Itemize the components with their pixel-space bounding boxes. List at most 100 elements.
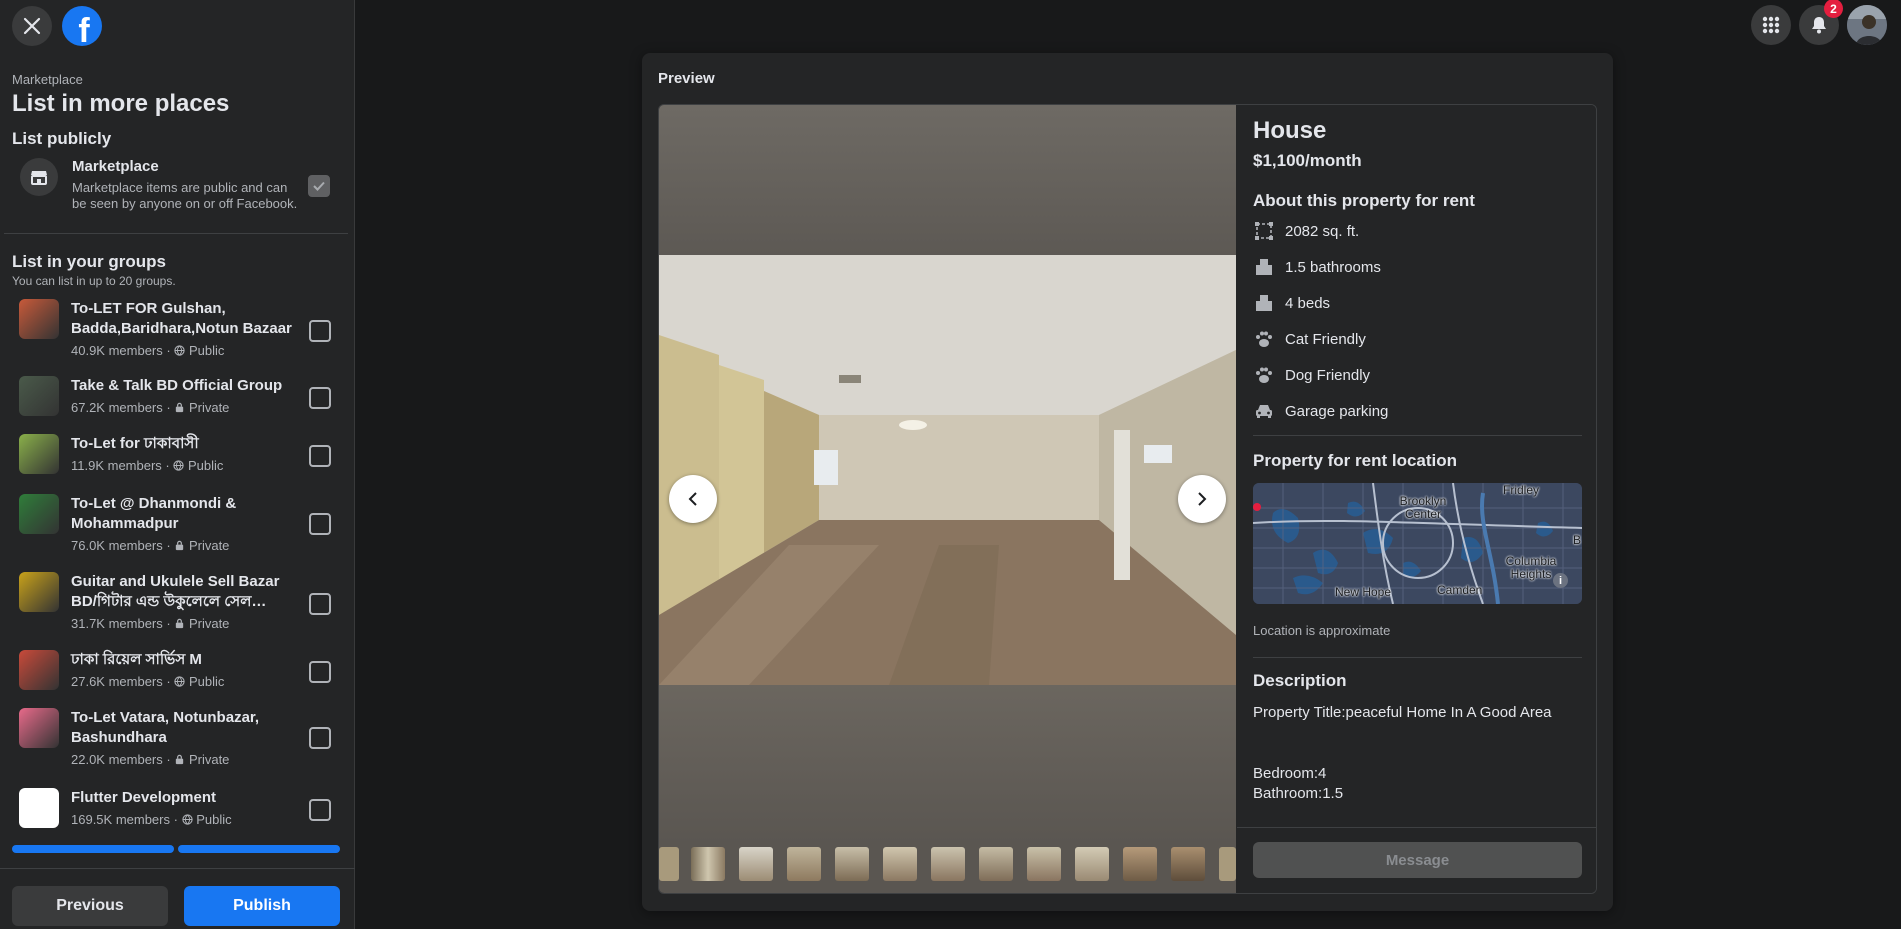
group-members: 31.7K members (71, 616, 163, 631)
group-thumbnail[interactable] (19, 494, 59, 534)
group-row[interactable]: To-Let @ Dhanmondi & Mohammadpur 76.0K me… (19, 494, 339, 558)
group-members: 40.9K members (71, 343, 163, 358)
group-checkbox[interactable] (309, 513, 331, 535)
separator-dot: · (162, 343, 175, 358)
scrollbar-segment[interactable] (12, 845, 174, 853)
group-checkbox[interactable] (309, 445, 331, 467)
group-thumbnail[interactable] (19, 650, 59, 690)
previous-image-button[interactable] (669, 475, 717, 523)
group-privacy: Private (188, 400, 230, 415)
group-name: Flutter Development (71, 789, 217, 806)
group-name: To-Let @ Dhanmondi & Mohammadpur (71, 495, 237, 532)
thumbnail[interactable] (979, 847, 1013, 881)
separator-dot: · (162, 538, 175, 553)
group-privacy: Public (187, 458, 224, 473)
group-meta: 31.7K members · Private (71, 616, 229, 631)
group-checkbox[interactable] (309, 661, 331, 683)
details-divider (1253, 435, 1582, 436)
attribute-dog-friendly: Dog Friendly (1253, 363, 1370, 387)
attribute-text: 4 beds (1285, 294, 1331, 312)
description-bathroom: Bathroom:1.5 (1253, 785, 1344, 802)
publish-button[interactable]: Publish (184, 886, 340, 926)
chevron-left-icon (688, 492, 697, 506)
image-blur-bottom (659, 685, 1236, 845)
thumbnail[interactable] (1027, 847, 1061, 881)
car-icon (1253, 400, 1275, 422)
thumbnail[interactable] (739, 847, 773, 881)
marketplace-option-title: Marketplace (72, 158, 159, 175)
group-thumbnail[interactable] (19, 788, 59, 828)
notifications-button[interactable]: 2 (1799, 0, 1843, 45)
thumbnail[interactable] (1123, 847, 1157, 881)
thumbnail[interactable] (1171, 847, 1205, 881)
thumbnail[interactable] (787, 847, 821, 881)
group-checkbox[interactable] (309, 387, 331, 409)
group-privacy: Private (188, 616, 230, 631)
globe-icon (174, 343, 189, 358)
preview-label: Preview (658, 70, 715, 87)
location-map[interactable]: Brooklyn Center Fridley Columbia Heights… (1253, 483, 1582, 604)
group-name: To-LET FOR Gulshan, Badda,Baridhara,Notu… (71, 300, 292, 337)
group-row[interactable]: To-LET FOR Gulshan, Badda,Baridhara,Notu… (19, 299, 339, 363)
thumbnail[interactable] (1219, 847, 1236, 881)
bed-icon (1253, 292, 1275, 314)
group-row[interactable]: Flutter Development 169.5K members · Publ… (19, 788, 339, 832)
group-row[interactable]: To-Let Vatara, Notunbazar, Bashundhara 22… (19, 708, 339, 772)
thumbnail[interactable] (659, 847, 679, 881)
thumbnail[interactable] (931, 847, 965, 881)
group-name: To-Let Vatara, Notunbazar, Bashundhara (71, 709, 260, 746)
groups-subtitle: You can list in up to 20 groups. (12, 274, 176, 288)
horizontal-scrollbar[interactable] (12, 845, 340, 853)
group-meta: 169.5K members · Public (71, 812, 232, 827)
listing-price: $1,100/month (1253, 151, 1362, 170)
marketplace-checkbox[interactable] (308, 175, 330, 197)
group-name: Guitar and Ukulele Sell Bazar BD/গিটার এ… (71, 573, 280, 610)
group-row[interactable]: Take & Talk BD Official Group 67.2K membe… (19, 376, 339, 420)
group-thumbnail[interactable] (19, 376, 59, 416)
group-privacy: Public (196, 812, 232, 827)
group-members: 67.2K members (71, 400, 163, 415)
marketplace-option[interactable]: Marketplace Marketplace items are public… (18, 156, 338, 216)
thumbnail[interactable] (835, 847, 869, 881)
thumbnail[interactable] (691, 847, 725, 881)
list-publicly-heading: List publicly (12, 129, 112, 148)
page-title: List in more places (12, 90, 230, 117)
globe-icon (181, 812, 197, 827)
profile-avatar[interactable] (1847, 5, 1887, 45)
thumbnail[interactable] (883, 847, 917, 881)
message-button[interactable]: Message (1253, 842, 1582, 878)
attribute-garage-parking: Garage parking (1253, 399, 1388, 423)
scrollbar-segment[interactable] (178, 845, 340, 853)
paw-icon (1253, 328, 1275, 350)
breadcrumb[interactable]: Marketplace (12, 72, 83, 87)
map-info-icon[interactable]: i (1553, 573, 1568, 588)
facebook-logo[interactable]: f (62, 6, 102, 46)
group-meta: 67.2K members · Private (71, 400, 229, 415)
group-thumbnail[interactable] (19, 299, 59, 339)
group-row[interactable]: ঢাকা রিয়েল সার্ভিস M 27.6K members · Pub… (19, 650, 339, 694)
menu-button[interactable] (1751, 5, 1791, 45)
thumbnail-strip (659, 845, 1236, 885)
group-checkbox[interactable] (309, 799, 331, 821)
group-thumbnail[interactable] (19, 434, 59, 474)
group-checkbox[interactable] (309, 727, 331, 749)
previous-button[interactable]: Previous (12, 886, 168, 926)
group-thumbnail[interactable] (19, 708, 59, 748)
listing-preview: House $1,100/month About this property f… (658, 104, 1597, 894)
group-row[interactable]: Guitar and Ukulele Sell Bazar BD/গিটার এ… (19, 572, 339, 636)
attribute-cat-friendly: Cat Friendly (1253, 327, 1366, 351)
close-button[interactable] (12, 6, 52, 46)
sidebar: f Marketplace List in more places List p… (0, 0, 355, 929)
footer-divider (0, 868, 355, 869)
group-members: 22.0K members (71, 752, 163, 767)
thumbnail[interactable] (1075, 847, 1109, 881)
group-thumbnail[interactable] (19, 572, 59, 612)
next-image-button[interactable] (1178, 475, 1226, 523)
grid-menu-icon (1762, 16, 1780, 34)
group-privacy: Public (188, 674, 225, 689)
group-checkbox[interactable] (309, 320, 331, 342)
group-row[interactable]: To-Let for ঢাকাবাসী 11.9K members · Publi… (19, 434, 339, 478)
group-checkbox[interactable] (309, 593, 331, 615)
attribute-text: Cat Friendly (1285, 330, 1366, 348)
group-meta: 40.9K members · Public (71, 343, 224, 358)
